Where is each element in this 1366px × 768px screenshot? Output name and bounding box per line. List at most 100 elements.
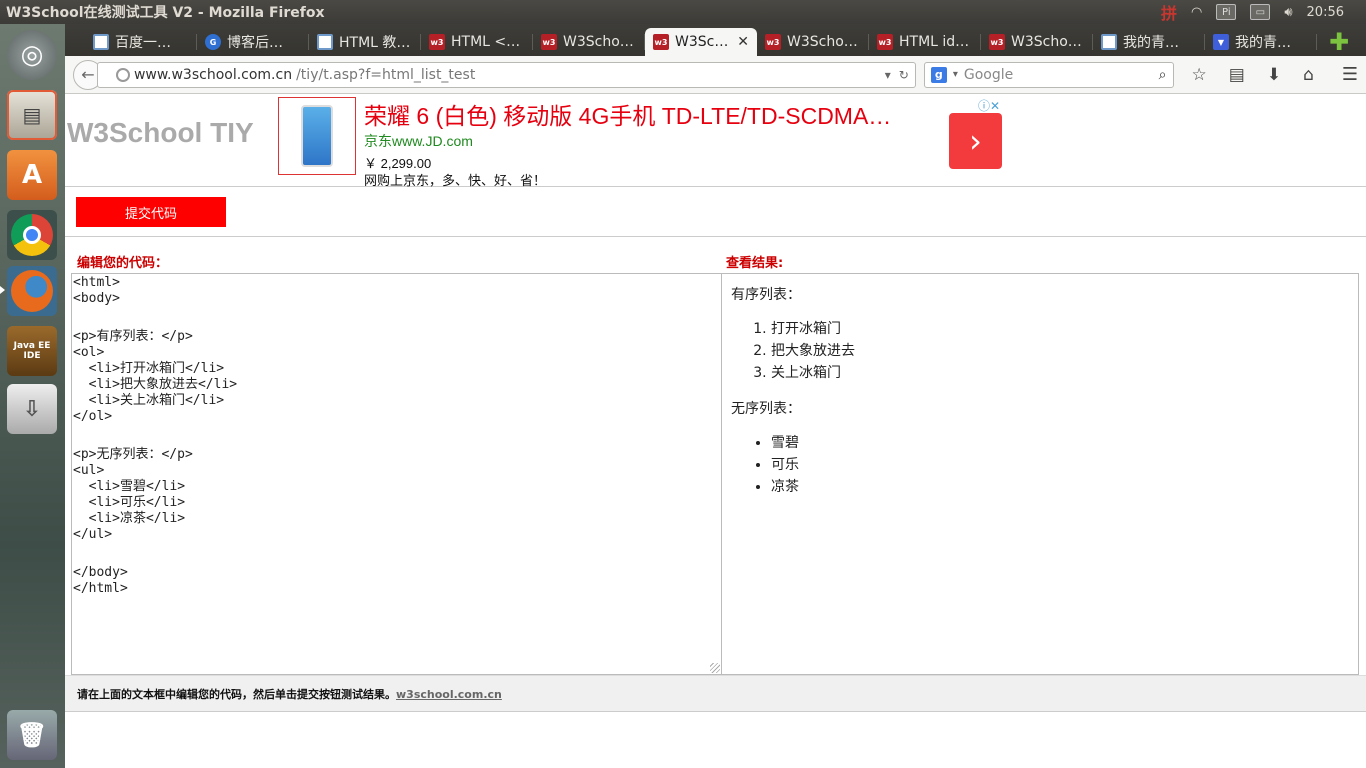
- page-content: W3School TIY 荣耀 6 (白色) 移动版 4G手机 TD-LTE/T…: [65, 95, 1366, 768]
- code-line: <ul>: [73, 463, 105, 478]
- code-line: <li>打开冰箱门</li>: [73, 361, 225, 376]
- tab-10[interactable]: ▼ 我的青…: [1205, 28, 1317, 56]
- bookmark-icon: [1101, 34, 1117, 50]
- ad-choices-icon[interactable]: ⓘ✕: [978, 97, 1000, 114]
- menu-icon[interactable]: ☰: [1342, 64, 1358, 85]
- window-title: W3School在线测试工具 V2 - Mozilla Firefox: [6, 5, 325, 21]
- toolbar-row: 提交代码: [65, 187, 1366, 237]
- code-editor[interactable]: <html> <body> <p>有序列表：</p> <ol> <li>打开冰箱门</…: [71, 273, 722, 675]
- tab-9[interactable]: 我的青…: [1093, 28, 1205, 56]
- result-label: 查看结果:: [726, 256, 784, 271]
- bookmark-icon: [317, 34, 333, 50]
- downloads-icon[interactable]: ⬇: [1267, 65, 1281, 85]
- system-tray: 拼 ◠ Pi ▭ 🔊︎ 20:56: [1161, 0, 1366, 24]
- top-panel: W3School在线测试工具 V2 - Mozilla Firefox 拼 ◠ …: [0, 0, 1366, 24]
- cnblogs-icon: G: [205, 34, 221, 50]
- code-line: <li>凉茶</li>: [73, 511, 186, 526]
- code-line: <li>可乐</li>: [73, 495, 186, 510]
- ordered-list-item: 关上冰箱门: [771, 362, 1349, 384]
- ordered-list-item: 把大象放进去: [771, 340, 1349, 362]
- tab-7[interactable]: w3 HTML id…: [869, 28, 981, 56]
- code-line: <li>把大象放进去</li>: [73, 377, 238, 392]
- software-center-icon[interactable]: A: [7, 150, 57, 200]
- clock[interactable]: 20:56: [1307, 5, 1344, 20]
- tab-1[interactable]: G 博客后…: [197, 28, 309, 56]
- tab-8[interactable]: w3 W3Scho…: [981, 28, 1093, 56]
- ad-banner[interactable]: 荣耀 6 (白色) 移动版 4G手机 TD-LTE/TD-SCDMA… 京东ww…: [278, 97, 1004, 189]
- search-input[interactable]: Google: [964, 67, 1153, 83]
- reload-icon[interactable]: ↻: [899, 68, 909, 82]
- tab-bar: 百度一… G 博客后… HTML 教… w3 HTML <… w3 W3Scho… w3 W3Sc…: [65, 24, 1366, 56]
- home-icon[interactable]: ⌂: [1303, 65, 1314, 85]
- bookmark-star-icon[interactable]: ☆: [1192, 65, 1207, 85]
- trash-icon[interactable]: 🗑︎: [7, 710, 57, 760]
- ordered-list-item: 打开冰箱门: [771, 318, 1349, 340]
- resize-handle-icon[interactable]: [710, 663, 720, 673]
- code-line: <html>: [73, 275, 120, 290]
- ordered-heading: 有序列表：: [731, 287, 801, 303]
- tab-label: HTML id…: [899, 34, 970, 50]
- dash-home-icon[interactable]: ◎: [7, 30, 57, 80]
- code-line: </ol>: [73, 409, 113, 424]
- tab-label: 我的青…: [1123, 35, 1179, 51]
- unordered-list-item: 可乐: [771, 454, 1349, 476]
- tab-3[interactable]: w3 HTML <…: [421, 28, 533, 56]
- tab-label: HTML <…: [451, 34, 521, 50]
- reading-list-icon[interactable]: ▤: [1229, 65, 1245, 85]
- code-line: <p>无序列表：</p>: [73, 447, 193, 462]
- url-host: www.w3school.com.cn: [133, 66, 293, 83]
- dropdown-icon[interactable]: ▾: [885, 68, 891, 82]
- new-tab-icon[interactable]: ✚: [1329, 28, 1349, 56]
- submit-code-button[interactable]: 提交代码: [76, 197, 226, 227]
- tab-label: 我的青…: [1235, 35, 1291, 51]
- site-logo[interactable]: W3School TIY: [67, 117, 254, 149]
- tab-6[interactable]: w3 W3Scho…: [757, 28, 869, 56]
- engine-dropdown-icon[interactable]: ▾: [953, 69, 958, 80]
- code-text[interactable]: <html> <body> <p>有序列表：</p> <ol> <li>打开冰箱门</…: [73, 275, 721, 597]
- code-line: <p>有序列表：</p>: [73, 329, 193, 344]
- java-ee-ide-icon[interactable]: Java EE IDE: [7, 326, 57, 376]
- unordered-heading: 无序列表：: [731, 401, 801, 417]
- usb-drive-icon[interactable]: ⇩: [7, 384, 57, 434]
- baidu-icon: ▼: [1213, 34, 1229, 50]
- tab-0[interactable]: 百度一…: [85, 28, 197, 56]
- keyboard-layout-indicator[interactable]: Pi: [1216, 4, 1237, 20]
- page-header: W3School TIY 荣耀 6 (白色) 移动版 4G手机 TD-LTE/T…: [65, 95, 1366, 189]
- launcher: ◎ ▤ A Java EE IDE ⇩ 🗑︎: [0, 24, 65, 768]
- ime-indicator[interactable]: 拼: [1161, 0, 1177, 24]
- wifi-icon[interactable]: ◠: [1191, 5, 1202, 20]
- ad-image[interactable]: [278, 97, 356, 175]
- ad-url[interactable]: 京东www.JD.com: [364, 131, 473, 151]
- tab-4[interactable]: w3 W3Scho…: [533, 28, 645, 56]
- google-icon[interactable]: g: [930, 66, 947, 83]
- url-bar[interactable]: www.w3school.com.cn/tiy/t.asp?f=html_lis…: [96, 61, 916, 88]
- search-icon[interactable]: ⌕: [1159, 67, 1167, 83]
- editor-label: 编辑您的代码：: [77, 256, 169, 271]
- code-line: <body>: [73, 291, 120, 306]
- page-footer: 请在上面的文本框中编辑您的代码，然后单击提交按钮测试结果。w3school.co…: [65, 675, 1366, 712]
- url-path: /tiy/t.asp?f=html_list_test: [296, 66, 476, 83]
- footer-link[interactable]: w3school.com.cn: [396, 688, 502, 701]
- phone-icon: [301, 105, 333, 167]
- code-line: </html>: [73, 581, 128, 596]
- ad-arrow-button[interactable]: ›: [949, 113, 1002, 169]
- code-line: <ol>: [73, 345, 105, 360]
- close-tab-icon[interactable]: ✕: [737, 34, 749, 50]
- ad-title[interactable]: 荣耀 6 (白色) 移动版 4G手机 TD-LTE/TD-SCDMA…: [364, 97, 891, 131]
- tab-5[interactable]: w3 W3Sc… ✕: [645, 28, 757, 56]
- tab-label: HTML 教…: [339, 35, 411, 51]
- volume-icon[interactable]: 🔊︎: [1284, 5, 1292, 20]
- w3-icon: w3: [877, 34, 893, 50]
- search-bar[interactable]: g ▾ Google ⌕: [923, 61, 1174, 88]
- chrome-icon[interactable]: [7, 210, 57, 260]
- tab-2[interactable]: HTML 教…: [309, 28, 421, 56]
- code-line: <li>关上冰箱门</li>: [73, 393, 225, 408]
- unordered-list: 雪碧可乐凉茶: [771, 432, 1349, 498]
- tab-label: W3Sc…: [675, 34, 729, 50]
- firefox-icon[interactable]: [7, 266, 57, 316]
- battery-icon[interactable]: ▭: [1250, 4, 1271, 20]
- files-icon[interactable]: ▤: [7, 90, 57, 140]
